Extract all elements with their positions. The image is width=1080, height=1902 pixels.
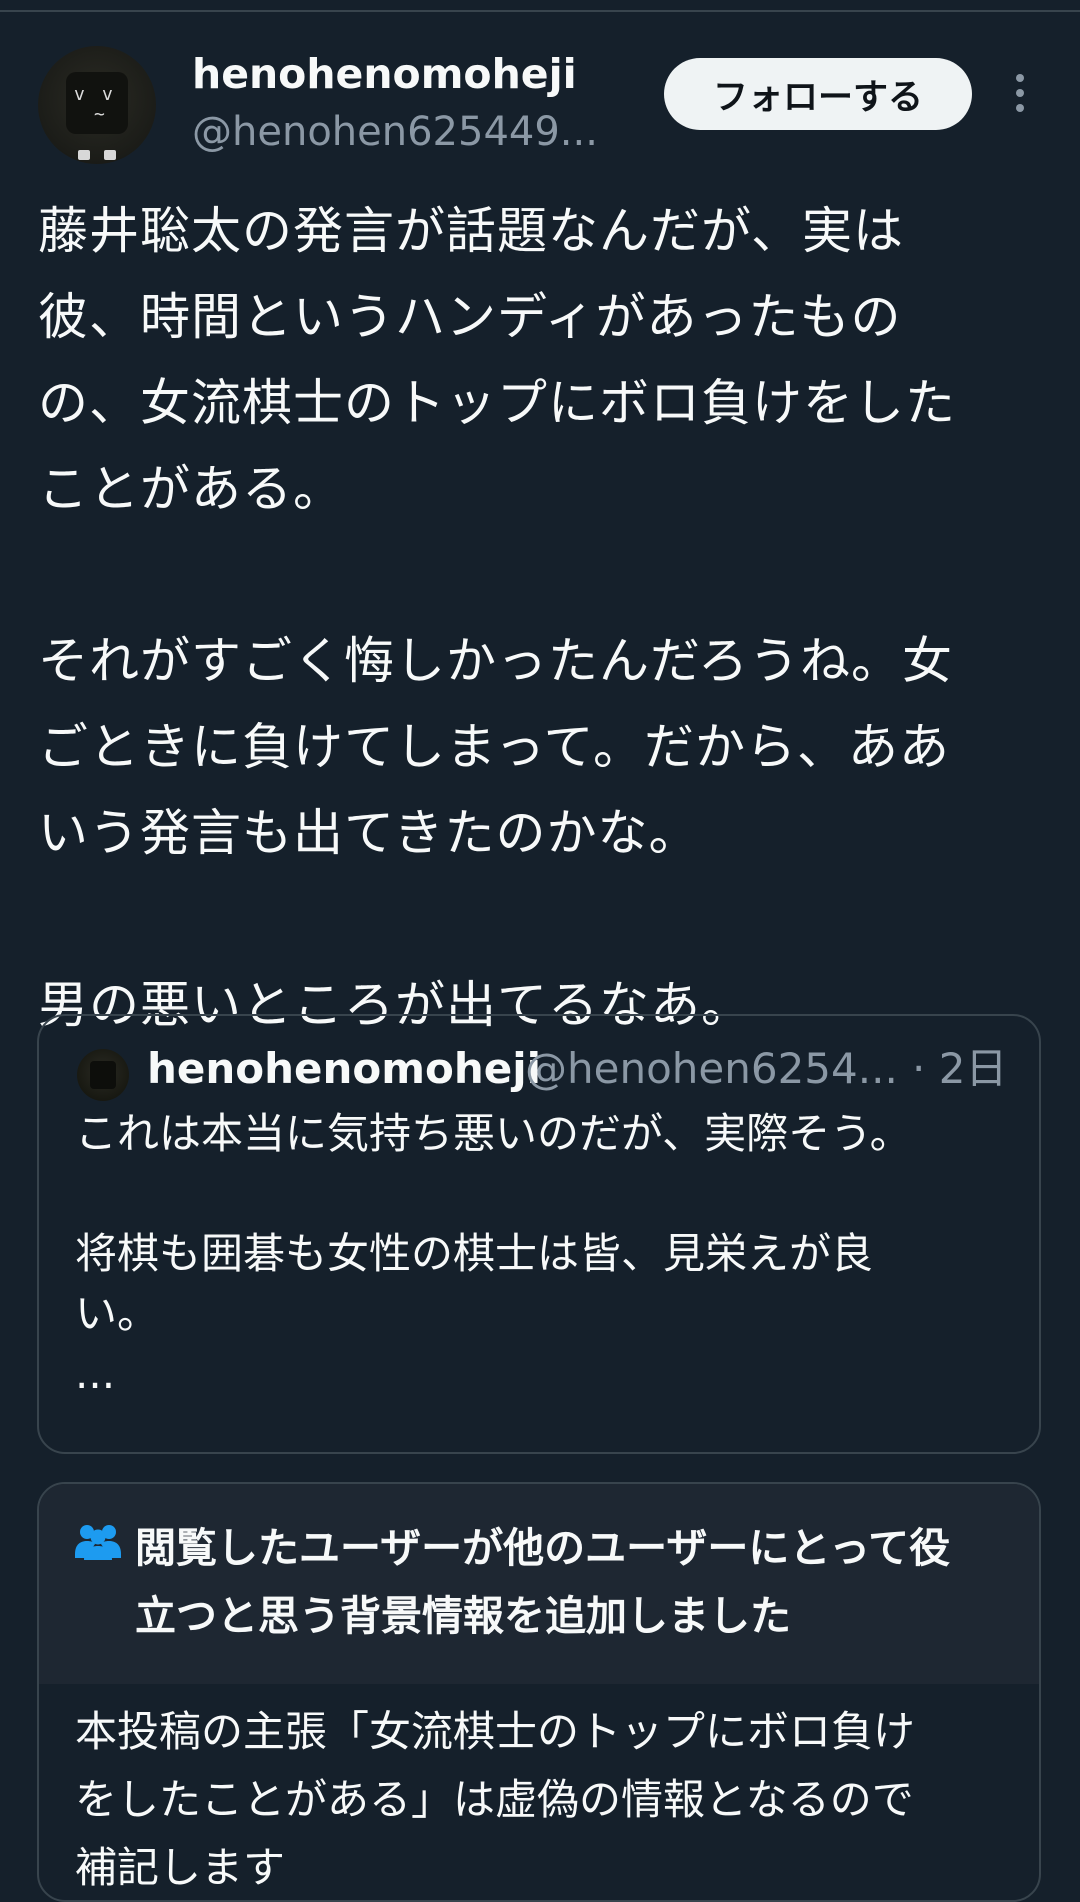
community-note-card[interactable]: 閲覧したユーザーが他のユーザーにとって役 立つと思う背景情報を追加しました 本投… xyxy=(37,1482,1041,1902)
follow-button[interactable]: フォローする xyxy=(664,58,972,130)
quoted-author-name: henohenomoheji xyxy=(147,1044,542,1093)
author-handle[interactable]: @henohen625449... xyxy=(192,106,622,158)
avatar-face: v v ~ xyxy=(66,72,128,134)
quoted-tweet-time: · 2日 xyxy=(912,1044,1008,1093)
more-vertical-icon[interactable] xyxy=(1004,74,1036,116)
quoted-tweet-card[interactable]: henohenomoheji @henohen6254... · 2日 これは本… xyxy=(37,1014,1041,1454)
community-note-title: 閲覧したユーザーが他のユーザーにとって役 立つと思う背景情報を追加しました xyxy=(135,1524,951,1640)
quoted-tweet-text: これは本当に気持ち悪いのだが、実際そう。 将棋も囲碁も女性の棋士は皆、見栄えが良… xyxy=(75,1109,912,1398)
top-divider xyxy=(0,10,1080,12)
people-icon xyxy=(75,1525,121,1560)
community-note-header: 閲覧したユーザーが他のユーザーにとって役 立つと思う背景情報を追加しました xyxy=(39,1484,1039,1684)
quoted-author-handle: @henohen6254... xyxy=(525,1044,898,1093)
author-display-name[interactable]: henohenomoheji xyxy=(192,48,577,100)
quoted-author-avatar xyxy=(77,1049,129,1101)
community-note-body: 本投稿の主張「女流棋士のトップにボロ負け をしたことがある」は虚偽の情報となるの… xyxy=(75,1707,916,1892)
tweet-text: 藤井聡太の発言が話題なんだが、実は 彼、時間というハンディがあったもの の、女流… xyxy=(38,202,956,1034)
author-avatar[interactable]: v v ~ xyxy=(38,46,156,164)
